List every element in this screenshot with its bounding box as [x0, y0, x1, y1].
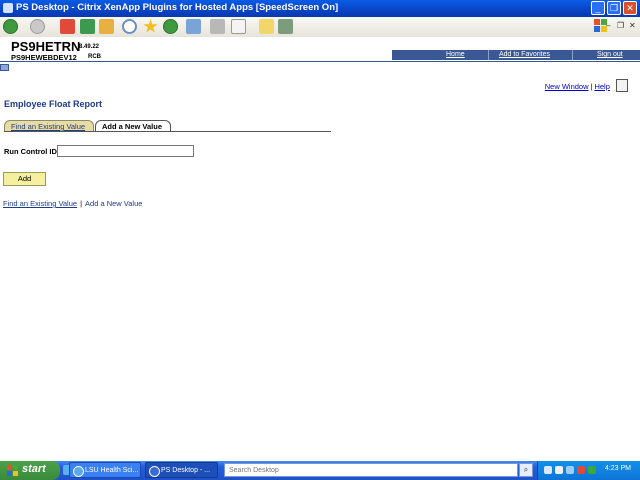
add-new-value-link[interactable]: Add a New Value	[85, 199, 142, 208]
home-icon[interactable]	[99, 19, 114, 34]
ps-nav-bar: Home Add to Favorites Sign out	[392, 50, 640, 60]
inner-minimize-button[interactable]: –	[606, 21, 610, 30]
run-control-input[interactable]	[57, 145, 194, 157]
tray-icon[interactable]	[544, 466, 552, 474]
favorites-icon[interactable]	[143, 19, 158, 33]
header-divider	[0, 61, 640, 62]
taskbar-item-ps-desktop[interactable]: PS Desktop - ...	[145, 462, 218, 478]
tray-icon[interactable]	[577, 466, 585, 474]
mail-icon[interactable]	[186, 19, 201, 34]
find-existing-value-link[interactable]: Find an Existing Value	[3, 199, 77, 208]
tools-version: 8.49.22	[79, 44, 100, 50]
run-control-label: Run Control ID:	[4, 147, 60, 156]
system-tray: 4:23 PM	[537, 461, 640, 480]
stop-icon[interactable]	[60, 19, 75, 34]
edit-icon[interactable]	[231, 19, 246, 34]
search-icon[interactable]	[122, 19, 137, 34]
tab-underline	[4, 131, 331, 132]
windows-flag-icon	[7, 465, 18, 476]
start-button[interactable]: start	[0, 461, 60, 480]
taskbar-item-lsu[interactable]: LSU Health Sci...	[69, 462, 141, 478]
forward-icon[interactable]	[30, 19, 45, 34]
inner-close-button[interactable]: ✕	[629, 21, 636, 30]
minimize-button[interactable]: _	[591, 1, 605, 15]
search-go-icon[interactable]: ⌕	[519, 463, 533, 477]
back-icon[interactable]	[3, 19, 18, 34]
history-icon[interactable]	[163, 19, 178, 34]
new-window-link[interactable]: New Window	[545, 82, 589, 91]
clock: 4:23 PM	[604, 465, 631, 472]
home-link[interactable]: Home	[446, 51, 465, 58]
page-utility-links: New Window | Help	[545, 79, 628, 92]
nav-divider	[572, 50, 573, 60]
nav-divider	[488, 50, 489, 60]
system-name: PS9HETRN	[11, 39, 81, 54]
citrix-icon	[149, 466, 160, 477]
maximize-button[interactable]: ❐	[607, 1, 621, 15]
help-link[interactable]: Help	[594, 82, 609, 91]
window-title: PS Desktop - Citrix XenApp Plugins for H…	[16, 2, 339, 13]
desktop-search-input[interactable]	[224, 463, 518, 477]
collapse-menu-icon[interactable]	[0, 64, 9, 71]
inner-restore-button[interactable]: ❐	[617, 21, 624, 30]
start-label: start	[22, 463, 46, 475]
add-to-favorites-link[interactable]: Add to Favorites	[499, 51, 550, 58]
bottom-links: Find an Existing Value | Add a New Value	[3, 199, 143, 208]
tray-icon[interactable]	[588, 466, 596, 474]
ps-header: PS9HETRN 8.49.22 PS9HEWEBDEV12 RCB Home …	[0, 37, 640, 71]
site-code: RCB	[88, 54, 101, 60]
page-title: Employee Float Report	[4, 99, 103, 109]
app-icon	[3, 3, 13, 13]
messenger-icon[interactable]	[278, 19, 293, 34]
tray-icon[interactable]	[566, 466, 574, 474]
sign-out-link[interactable]: Sign out	[597, 51, 623, 58]
add-button[interactable]: Add	[3, 172, 46, 186]
print-icon[interactable]	[210, 19, 225, 34]
window-titlebar: PS Desktop - Citrix XenApp Plugins for H…	[0, 0, 640, 17]
folder-icon[interactable]	[259, 19, 274, 34]
refresh-icon[interactable]	[80, 19, 95, 34]
ie-icon	[73, 466, 84, 477]
tray-icon[interactable]	[555, 466, 563, 474]
taskbar: start LSU Health Sci... PS Desktop - ...…	[0, 461, 640, 480]
print-page-icon[interactable]	[616, 79, 628, 92]
browser-toolbar: – ❐ ✕	[0, 17, 640, 38]
close-button[interactable]: ✕	[623, 1, 637, 15]
